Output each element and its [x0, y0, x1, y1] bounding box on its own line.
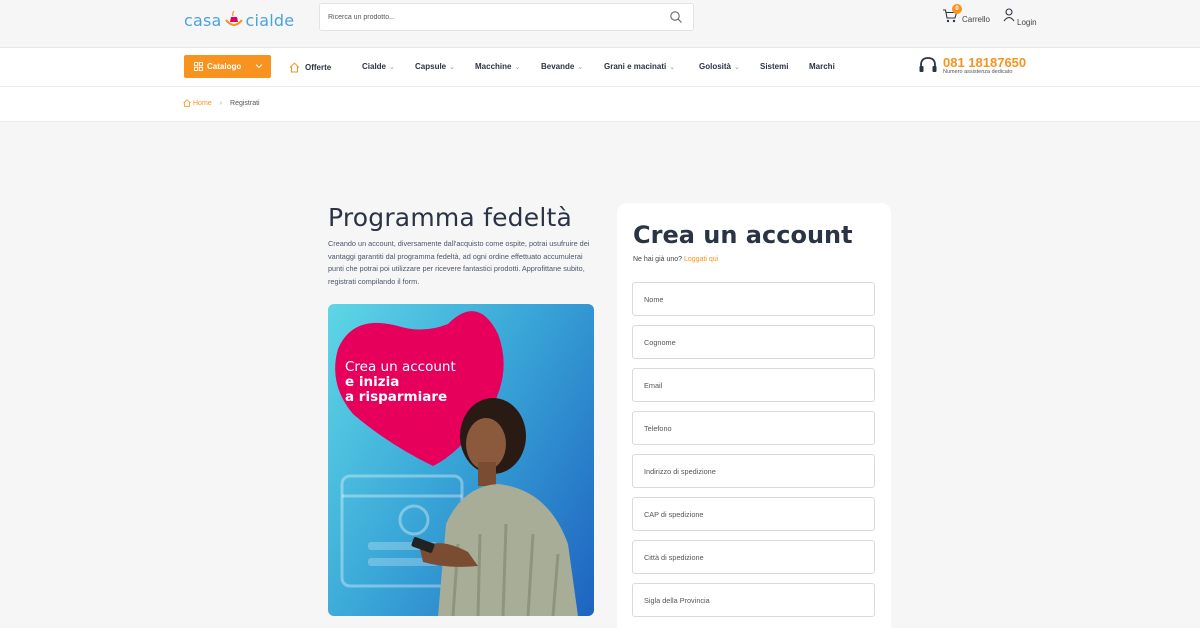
login-prompt: Ne hai già uno? Loggati qui	[633, 256, 718, 263]
promo-headline: Crea un account e inizia a risparmiare	[345, 360, 456, 405]
province-input[interactable]	[633, 584, 874, 616]
login-prompt-text: Ne hai già uno?	[633, 256, 683, 263]
zip-field	[632, 497, 875, 531]
search-box	[319, 3, 694, 31]
promo-headline-line3: a risparmiare	[345, 389, 448, 405]
phone-input[interactable]	[633, 412, 874, 444]
chevron-down-icon: ⌄	[389, 63, 395, 71]
catalog-label: Catalogo	[207, 62, 242, 71]
nav-item-label: Offerte	[305, 63, 332, 72]
nav-item-offerte[interactable]: Offerte	[289, 62, 331, 73]
breadcrumb-home[interactable]: Home	[183, 99, 212, 107]
email-field	[632, 368, 875, 402]
last-name-input[interactable]	[633, 326, 874, 358]
login-link[interactable]: Login	[1003, 8, 1037, 27]
nav-item-label: Golosità	[699, 62, 732, 71]
headset-icon	[918, 56, 938, 76]
support-phone[interactable]: 081 18187650 Numero assistenza dedicato	[918, 56, 1026, 76]
breadcrumb-current: Registrati	[230, 99, 260, 107]
nav-item-label: Marchi	[809, 62, 835, 71]
city-field	[632, 540, 875, 574]
login-link[interactable]: Loggati qui	[684, 256, 718, 263]
nav-item-cialde[interactable]: Cialde ⌄	[362, 62, 395, 71]
breadcrumb-separator: ›	[219, 99, 223, 107]
address-field	[632, 454, 875, 488]
cart-label: Carrello	[962, 15, 991, 24]
cart-link[interactable]: 0 Carrello	[942, 4, 991, 24]
nav-item-label: Grani e macinati	[604, 62, 667, 71]
cart-icon: 0	[942, 4, 962, 24]
phone-field	[632, 411, 875, 445]
catalog-button[interactable]: Catalogo	[184, 55, 271, 78]
nav-item-sistemi[interactable]: Sistemi	[760, 62, 788, 71]
zip-input[interactable]	[633, 498, 874, 530]
cup-logo-icon	[223, 9, 245, 31]
chevron-down-icon: ⌄	[734, 63, 740, 71]
loyalty-title: Programma fedeltà	[328, 203, 573, 232]
nav-item-grani[interactable]: Grani e macinati ⌄	[604, 62, 675, 71]
nav-item-capsule[interactable]: Capsule ⌄	[415, 62, 455, 71]
promo-banner-image: Crea un account e inizia a risparmiare	[328, 304, 594, 616]
nav-item-macchine[interactable]: Macchine ⌄	[475, 62, 520, 71]
user-icon	[1003, 8, 1015, 27]
top-header: casa cialde 0 Carrello	[0, 0, 1200, 48]
promo-headline-line2: e inizia	[345, 374, 400, 390]
search-icon[interactable]	[669, 10, 683, 24]
phone-caption: Numero assistenza dedicato	[943, 69, 1013, 75]
nav-item-label: Cialde	[362, 62, 387, 71]
site-logo[interactable]: casa cialde	[184, 8, 294, 32]
nav-item-label: Bevande	[541, 62, 575, 71]
address-input[interactable]	[633, 455, 874, 487]
registration-card: Crea un account Ne hai già uno? Loggati …	[617, 203, 891, 628]
chevron-down-icon: ⌄	[449, 63, 455, 71]
nav-item-golosita[interactable]: Golosità ⌄	[699, 62, 740, 71]
phone-number: 081 18187650	[943, 55, 1027, 70]
home-offer-icon	[289, 62, 300, 73]
logo-text-right: cialde	[245, 10, 295, 30]
breadcrumb-home-label: Home	[193, 99, 212, 107]
nav-item-bevande[interactable]: Bevande ⌄	[541, 62, 583, 71]
cart-count-badge: 0	[952, 4, 962, 14]
first-name-field	[632, 282, 875, 316]
breadcrumb: Home › Registrati	[0, 87, 1200, 122]
first-name-input[interactable]	[633, 283, 874, 315]
nav-item-label: Capsule	[415, 62, 447, 71]
login-label: Login	[1017, 18, 1037, 27]
chevron-down-icon: ⌄	[669, 63, 676, 71]
chevron-down-icon	[255, 62, 263, 70]
search-input[interactable]	[328, 8, 658, 26]
province-field	[632, 583, 875, 617]
nav-item-marchi[interactable]: Marchi	[809, 62, 835, 71]
city-input[interactable]	[633, 541, 874, 573]
loyalty-description: Creando un account, diversamente dall'ac…	[328, 239, 590, 286]
email-input[interactable]	[633, 369, 874, 401]
nav-item-label: Macchine	[475, 62, 512, 71]
promo-headline-line1: Crea un account	[345, 359, 456, 375]
grid-icon	[194, 62, 203, 71]
chevron-down-icon: ⌄	[577, 63, 584, 71]
home-icon	[183, 99, 191, 107]
promo-illustration	[335, 311, 578, 616]
main-nav: Catalogo Offerte Cialde ⌄ Capsule ⌄ Macchi…	[0, 48, 1200, 87]
last-name-field	[632, 325, 875, 359]
logo-text-left: casa	[184, 10, 222, 30]
nav-item-label: Sistemi	[760, 62, 789, 71]
chevron-down-icon: ⌄	[514, 63, 521, 71]
registration-title: Crea un account	[633, 221, 853, 249]
